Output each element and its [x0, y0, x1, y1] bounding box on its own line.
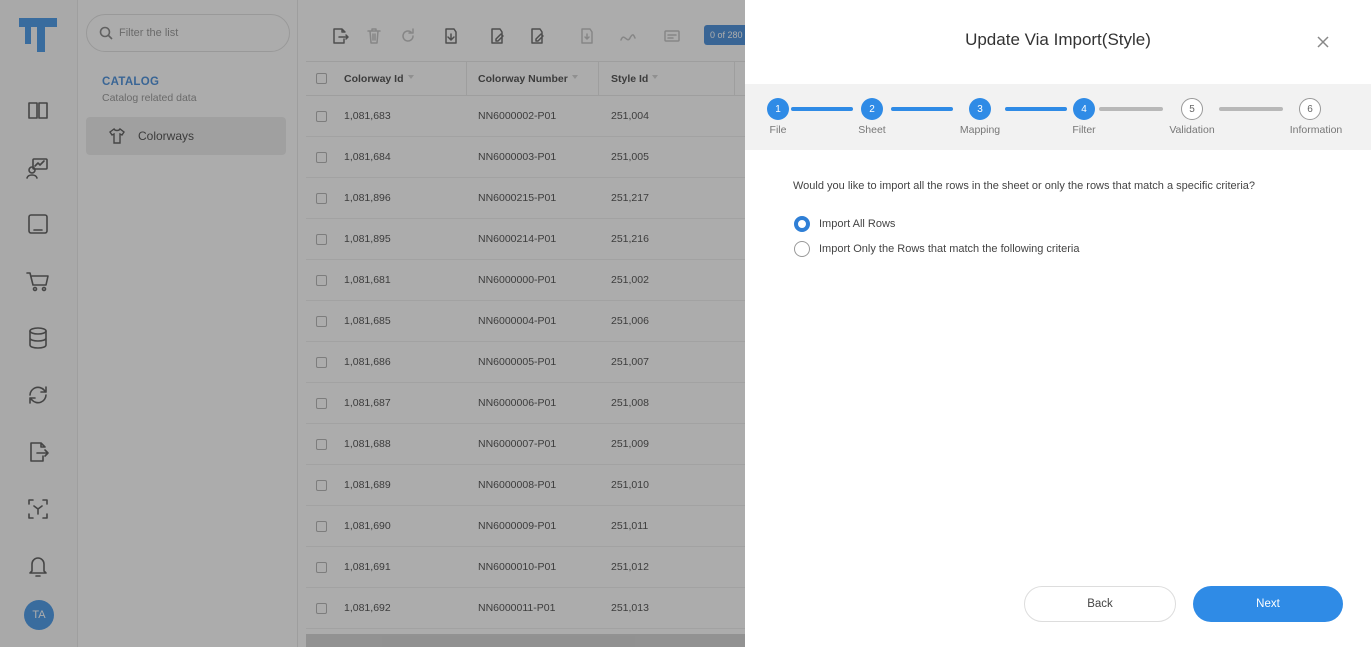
import-criteria-rows-label[interactable]: Import Only the Rows that match the foll… [819, 243, 1079, 255]
step-connector [1005, 107, 1067, 111]
modal-title: Update Via Import(Style) [965, 30, 1151, 49]
wizard-stepper: 1 2 3 4 5 6 File Sheet Mapping Filter Va… [745, 84, 1371, 150]
back-button[interactable]: Back [1024, 586, 1176, 622]
step-connector [1219, 107, 1283, 111]
step-1-label: File [769, 124, 787, 136]
step-4-label: Filter [1072, 124, 1096, 136]
step-connector [1099, 107, 1163, 111]
step-4-indicator: 4 [1073, 98, 1095, 120]
import-criteria-rows-option[interactable]: Import Only the Rows that match the foll… [794, 241, 1079, 257]
filter-question: Would you like to import all the rows in… [793, 180, 1256, 192]
step-5-label: Validation [1169, 124, 1215, 136]
step-connector [791, 107, 853, 111]
step-5-indicator: 5 [1181, 98, 1203, 120]
step-1-indicator: 1 [767, 98, 789, 120]
step-6-label: Information [1289, 124, 1343, 136]
import-all-rows-option[interactable]: Import All Rows [794, 216, 895, 232]
step-3-label: Mapping [959, 124, 1001, 136]
import-criteria-rows-radio[interactable] [794, 241, 810, 257]
next-button[interactable]: Next [1193, 586, 1343, 622]
step-6-indicator: 6 [1299, 98, 1321, 120]
step-3-indicator: 3 [969, 98, 991, 120]
step-2-indicator: 2 [861, 98, 883, 120]
import-all-rows-radio[interactable] [794, 216, 810, 232]
close-icon[interactable] [1315, 34, 1331, 50]
import-wizard-panel: Update Via Import(Style) 1 2 3 4 5 6 Fil… [745, 0, 1371, 647]
step-connector [891, 107, 953, 111]
import-all-rows-label[interactable]: Import All Rows [819, 218, 895, 230]
modal-backdrop[interactable] [0, 0, 745, 647]
step-2-label: Sheet [858, 124, 886, 136]
